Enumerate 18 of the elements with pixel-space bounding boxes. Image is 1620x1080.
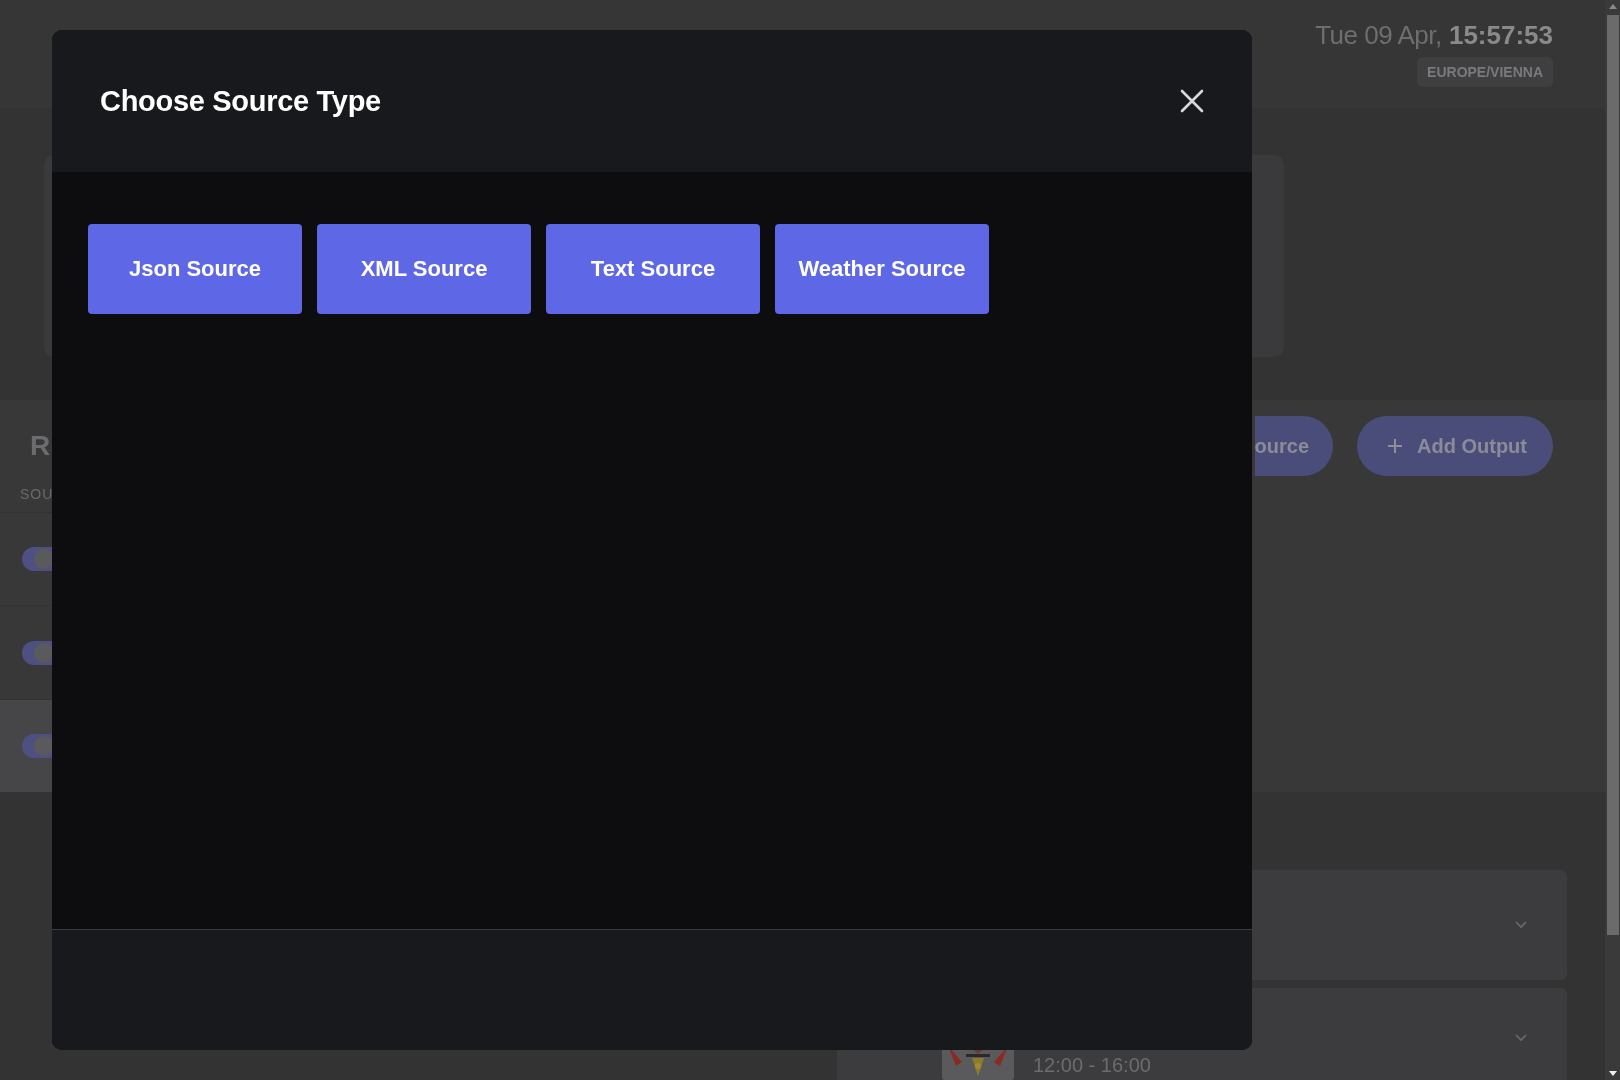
scrollbar-thumb[interactable] [1606,15,1619,935]
timezone-badge: EUROPE/VIENNA [1417,57,1553,87]
date-text: Tue 09 Apr, [1315,20,1442,50]
scroll-up-icon[interactable] [1608,4,1617,9]
source-type-button[interactable]: Json Source [88,224,302,314]
scroll-down-icon[interactable] [1608,1071,1617,1076]
chevron-down-icon[interactable] [1515,921,1527,929]
action-button[interactable]: ource [1254,416,1334,476]
source-type-button[interactable]: Weather Source [775,224,989,314]
source-type-button[interactable]: Text Source [546,224,760,314]
toggle-switch[interactable] [22,733,54,758]
toggle-switch[interactable] [22,547,54,572]
toggle-switch[interactable] [22,640,54,665]
chevron-down-icon[interactable] [1515,1034,1527,1042]
dialog-title: Choose Source Type [100,84,381,118]
time-text: 15:57:53 [1448,20,1553,50]
source-type-button[interactable]: XML Source [317,224,531,314]
action-button[interactable]: Add Output [1357,416,1553,476]
